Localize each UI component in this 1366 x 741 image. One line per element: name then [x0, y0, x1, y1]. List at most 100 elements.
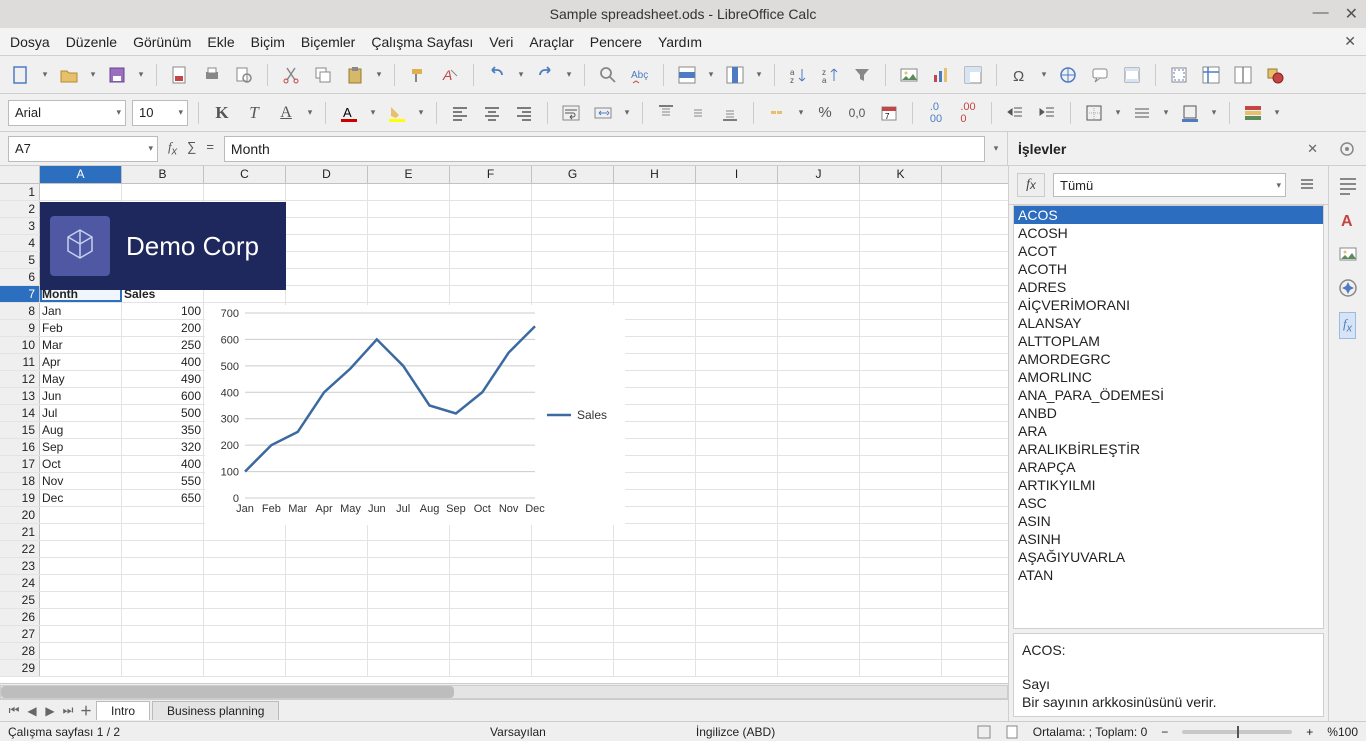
cell[interactable]	[204, 184, 286, 200]
function-list-item[interactable]: ALTTOPLAM	[1014, 332, 1323, 350]
functions-panel-icon[interactable]: fx	[1339, 312, 1356, 339]
cell[interactable]	[204, 592, 286, 608]
cell[interactable]	[614, 575, 696, 591]
cell[interactable]	[614, 405, 696, 421]
horizontal-scrollbar[interactable]	[0, 683, 1008, 699]
cell[interactable]: Jul	[40, 405, 122, 421]
cell[interactable]	[368, 286, 450, 302]
sort-asc-icon[interactable]: az	[785, 62, 811, 88]
row-header[interactable]: 6	[0, 269, 40, 285]
cell[interactable]	[860, 575, 942, 591]
cell[interactable]	[204, 558, 286, 574]
cell[interactable]	[286, 609, 368, 625]
bold-icon[interactable]: K	[209, 100, 235, 126]
cell[interactable]	[696, 201, 778, 217]
cell[interactable]	[368, 252, 450, 268]
cell[interactable]	[286, 252, 368, 268]
cell[interactable]	[696, 235, 778, 251]
paste-icon[interactable]	[342, 62, 368, 88]
redo-icon[interactable]	[532, 62, 558, 88]
row-header[interactable]: 29	[0, 660, 40, 676]
cell[interactable]	[40, 541, 122, 557]
cell[interactable]	[368, 218, 450, 234]
wrap-text-icon[interactable]	[558, 100, 584, 126]
italic-icon[interactable]: T	[241, 100, 267, 126]
export-pdf-icon[interactable]	[167, 62, 193, 88]
cell[interactable]	[286, 286, 368, 302]
cell[interactable]	[450, 541, 532, 557]
cell[interactable]	[696, 609, 778, 625]
cell[interactable]	[40, 592, 122, 608]
cell[interactable]	[614, 337, 696, 353]
cell[interactable]	[532, 541, 614, 557]
cell[interactable]	[614, 507, 696, 523]
cell[interactable]	[778, 609, 860, 625]
cell[interactable]	[778, 286, 860, 302]
cell[interactable]	[122, 643, 204, 659]
styles-panel-icon[interactable]: A	[1338, 210, 1358, 230]
cell[interactable]	[532, 201, 614, 217]
percent-icon[interactable]: %	[812, 100, 838, 126]
border-style-dropdown[interactable]: ▾	[1161, 107, 1171, 118]
function-list-item[interactable]: AŞAĞIYUVARLA	[1014, 548, 1323, 566]
borders-icon[interactable]	[1081, 100, 1107, 126]
cell[interactable]	[778, 235, 860, 251]
row-header[interactable]: 28	[0, 643, 40, 659]
cell[interactable]	[696, 643, 778, 659]
row-header[interactable]: 18	[0, 473, 40, 489]
zoom-out-icon[interactable]: −	[1161, 725, 1168, 739]
status-signature[interactable]	[1005, 725, 1019, 739]
cell[interactable]	[614, 235, 696, 251]
cell[interactable]	[860, 252, 942, 268]
row-header[interactable]: 10	[0, 337, 40, 353]
cell[interactable]	[778, 592, 860, 608]
cell[interactable]	[696, 354, 778, 370]
cell[interactable]	[532, 218, 614, 234]
font-color-icon[interactable]: A	[336, 100, 362, 126]
formula-expand[interactable]: ▾	[991, 143, 1001, 154]
cell[interactable]	[696, 473, 778, 489]
print-preview-icon[interactable]	[231, 62, 257, 88]
cell[interactable]	[860, 558, 942, 574]
new-icon[interactable]	[8, 62, 34, 88]
align-middle-icon[interactable]	[685, 100, 711, 126]
cell[interactable]	[860, 660, 942, 676]
cell[interactable]	[532, 592, 614, 608]
menu-view[interactable]: Görünüm	[133, 34, 191, 50]
row-header[interactable]: 3	[0, 218, 40, 234]
row-dropdown[interactable]: ▾	[706, 69, 716, 80]
row-header[interactable]: 9	[0, 320, 40, 336]
cell[interactable]	[778, 371, 860, 387]
col-header-G[interactable]: G	[532, 166, 614, 183]
copy-icon[interactable]	[310, 62, 336, 88]
cell[interactable]: Nov	[40, 473, 122, 489]
insert-function-icon[interactable]: fx	[1017, 173, 1045, 197]
open-dropdown[interactable]: ▾	[88, 69, 98, 80]
cell[interactable]	[778, 388, 860, 404]
spreadsheet-grid[interactable]: A B C D E F G H I J K 1234567MonthSales8…	[0, 166, 1008, 721]
cell[interactable]	[778, 303, 860, 319]
cell[interactable]	[614, 439, 696, 455]
add-sheet-icon[interactable]: ＋	[78, 702, 94, 719]
function-list-item[interactable]: ACOS	[1014, 206, 1323, 224]
merge-dropdown[interactable]: ▾	[622, 107, 632, 118]
insert-image-icon[interactable]	[896, 62, 922, 88]
col-header-H[interactable]: H	[614, 166, 696, 183]
split-window-icon[interactable]	[1230, 62, 1256, 88]
cell[interactable]	[696, 507, 778, 523]
cell[interactable]	[286, 218, 368, 234]
status-selection-mode[interactable]	[977, 725, 991, 739]
zoom-in-icon[interactable]: +	[1306, 725, 1313, 739]
remove-decimal-icon[interactable]: .000	[955, 100, 981, 126]
col-header-B[interactable]: B	[122, 166, 204, 183]
cell[interactable]	[614, 456, 696, 472]
cell[interactable]	[860, 388, 942, 404]
underline-dropdown[interactable]: ▾	[305, 107, 315, 118]
cell[interactable]	[122, 660, 204, 676]
increase-indent-icon[interactable]	[1002, 100, 1028, 126]
cell[interactable]	[204, 609, 286, 625]
insert-pivot-icon[interactable]	[960, 62, 986, 88]
function-list-item[interactable]: ADRES	[1014, 278, 1323, 296]
column-icon[interactable]	[722, 62, 748, 88]
cell[interactable]	[696, 524, 778, 540]
